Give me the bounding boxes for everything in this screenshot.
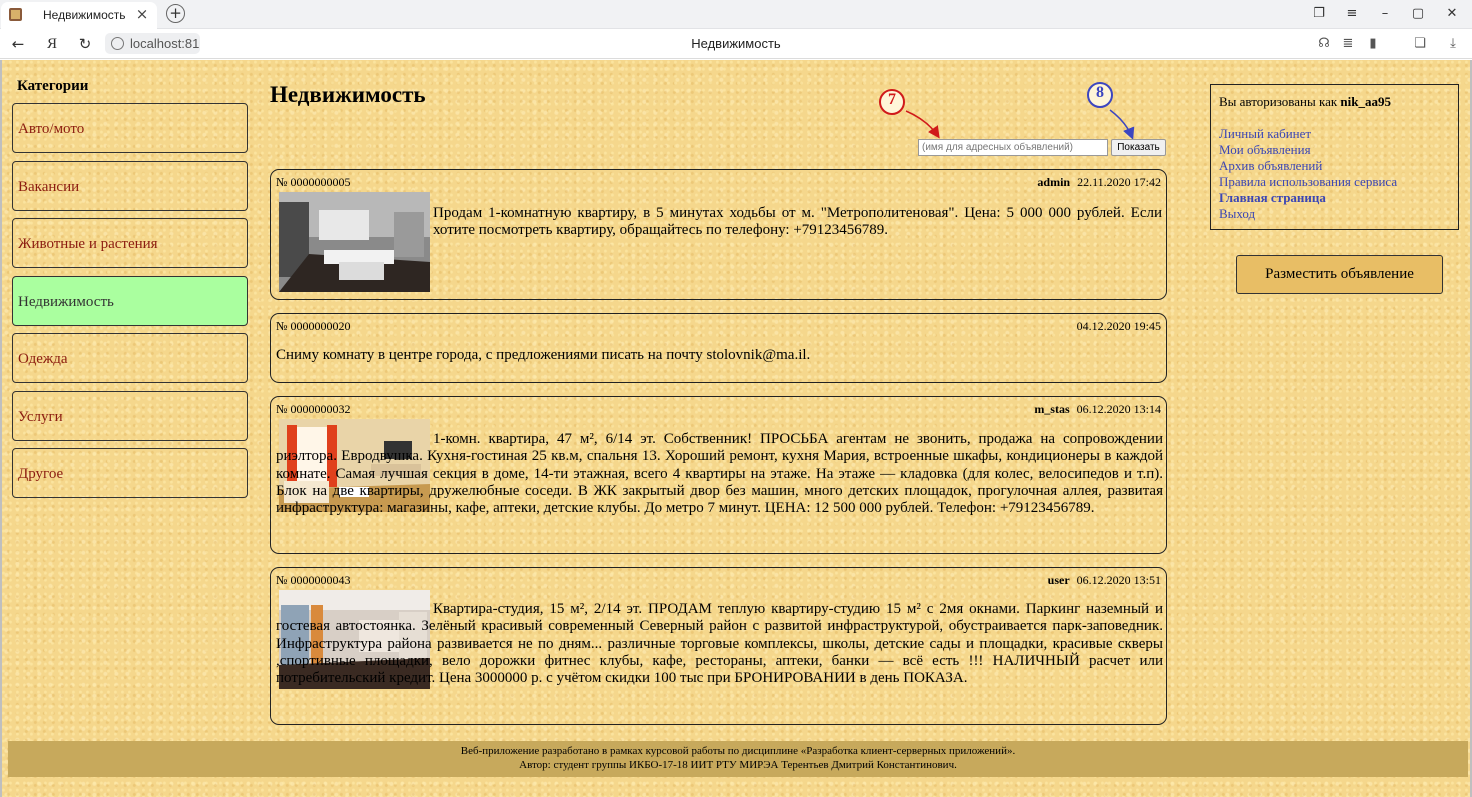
category-other[interactable]: Другое bbox=[12, 448, 248, 498]
browser-tab-bar: Недвижимость × + ❐ ≡ – ▢ ✕ bbox=[0, 0, 1472, 29]
show-button[interactable]: Показать bbox=[1111, 139, 1166, 156]
ad-date: 06.12.2020 13:51 bbox=[1076, 573, 1161, 587]
auth-status: Вы авторизованы как nik_aa95 bbox=[1219, 94, 1391, 110]
category-services[interactable]: Услуги bbox=[12, 391, 248, 441]
annotation-marker-7: 7 bbox=[879, 89, 905, 115]
link-personal-account[interactable]: Личный кабинет bbox=[1219, 126, 1311, 142]
restore-icon[interactable]: ▢ bbox=[1406, 4, 1430, 24]
headphones-icon[interactable]: ☊ bbox=[1314, 34, 1334, 54]
download-icon[interactable]: ⤓ bbox=[1443, 34, 1463, 54]
ad-card[interactable]: № 0000000005 admin 22.11.2020 17:42 Прода… bbox=[270, 169, 1167, 300]
auth-username: nik_aa95 bbox=[1340, 94, 1391, 109]
category-animals-plants[interactable]: Животные и растения bbox=[12, 218, 248, 268]
ad-meta: user 06.12.2020 13:51 bbox=[1048, 573, 1161, 588]
link-my-ads[interactable]: Мои объявления bbox=[1219, 142, 1311, 158]
footer-line-2: Автор: студент группы ИКБО-17-18 ИИТ РТУ… bbox=[519, 759, 957, 771]
account-panel: Вы авторизованы как nik_aa95 Личный каби… bbox=[1210, 84, 1459, 230]
living-room-photo-icon bbox=[279, 192, 430, 292]
annotation-marker-8: 8 bbox=[1087, 82, 1113, 108]
auth-prefix: Вы авторизованы как bbox=[1219, 94, 1341, 109]
site-favicon-icon bbox=[9, 8, 22, 21]
ad-author[interactable]: user bbox=[1048, 573, 1070, 587]
ad-text: Сниму комнату в центре города, с предлож… bbox=[276, 347, 811, 363]
minimize-icon[interactable]: – bbox=[1373, 4, 1397, 24]
category-clothing[interactable]: Одежда bbox=[12, 333, 248, 383]
ad-number: № 0000000020 bbox=[276, 319, 351, 333]
menu-icon[interactable]: ≡ bbox=[1340, 4, 1364, 24]
address-bar: ← Я ↻ localhost:81 Недвижимость ☊ ≣ ▮ ❏ … bbox=[0, 29, 1472, 59]
ad-date: 04.12.2020 19:45 bbox=[1076, 319, 1161, 333]
ad-number: № 0000000043 bbox=[276, 573, 351, 587]
footer: Веб-приложение разработано в рамках курс… bbox=[8, 741, 1468, 777]
category-real-estate[interactable]: Недвижимость bbox=[12, 276, 248, 326]
ad-card[interactable]: № 0000000020 04.12.2020 19:45 Сниму комн… bbox=[270, 313, 1167, 383]
ad-card[interactable]: № 0000000032 m_stas 06.12.2020 13:14 1-ко… bbox=[270, 396, 1167, 554]
reader-mode-icon[interactable]: ≣ bbox=[1338, 34, 1358, 54]
page-content: Категории Авто/мото Вакансии Животные и … bbox=[0, 60, 1472, 797]
ad-meta: admin 22.11.2020 17:42 bbox=[1037, 175, 1161, 190]
ad-meta: m_stas 06.12.2020 13:14 bbox=[1034, 402, 1161, 417]
ad-author[interactable]: m_stas bbox=[1034, 402, 1069, 416]
link-service-rules[interactable]: Правила использования сервиса bbox=[1219, 174, 1397, 190]
ad-card[interactable]: № 0000000043 user 06.12.2020 13:51 Кварти… bbox=[270, 567, 1167, 725]
categories-heading: Категории bbox=[17, 78, 89, 94]
ad-text: 1-комн. квартира, 47 м², 6/14 эт. Собств… bbox=[276, 431, 1163, 517]
link-ads-archive[interactable]: Архив объявлений bbox=[1219, 158, 1322, 174]
ad-photo[interactable] bbox=[279, 192, 430, 292]
tab-title: Недвижимость bbox=[43, 8, 126, 22]
category-auto-moto[interactable]: Авто/мото bbox=[12, 103, 248, 153]
post-ad-button[interactable]: Разместить объявление bbox=[1236, 255, 1443, 294]
new-tab-icon[interactable]: + bbox=[166, 4, 185, 23]
category-jobs[interactable]: Вакансии bbox=[12, 161, 248, 211]
close-tab-icon[interactable]: × bbox=[134, 5, 150, 23]
ad-date: 06.12.2020 13:14 bbox=[1076, 402, 1161, 416]
page-caption: Недвижимость bbox=[691, 36, 781, 51]
ad-number: № 0000000032 bbox=[276, 402, 351, 416]
ad-text: Продам 1-комнатную квартиру, в 5 минутах… bbox=[433, 205, 1162, 239]
ad-author[interactable]: admin bbox=[1037, 175, 1070, 189]
browser-tab[interactable]: Недвижимость × bbox=[1, 2, 157, 29]
page-title: Недвижимость bbox=[270, 82, 426, 107]
close-window-icon[interactable]: ✕ bbox=[1440, 4, 1464, 24]
address-name-search-input[interactable] bbox=[918, 139, 1108, 156]
link-home-page[interactable]: Главная страница bbox=[1219, 190, 1326, 206]
bookmark-icon[interactable]: ▮ bbox=[1363, 34, 1383, 54]
tabs-overview-icon[interactable]: ❐ bbox=[1307, 4, 1331, 24]
link-logout[interactable]: Выход bbox=[1219, 206, 1255, 222]
collections-icon[interactable]: ❏ bbox=[1410, 34, 1430, 54]
footer-line-1: Веб-приложение разработано в рамках курс… bbox=[460, 745, 1016, 757]
ad-number: № 0000000005 bbox=[276, 175, 351, 189]
ad-text: Квартира-студия, 15 м², 2/14 эт. ПРОДАМ … bbox=[276, 601, 1163, 687]
ad-date: 22.11.2020 17:42 bbox=[1077, 175, 1161, 189]
ad-meta: 04.12.2020 19:45 bbox=[1077, 319, 1161, 334]
